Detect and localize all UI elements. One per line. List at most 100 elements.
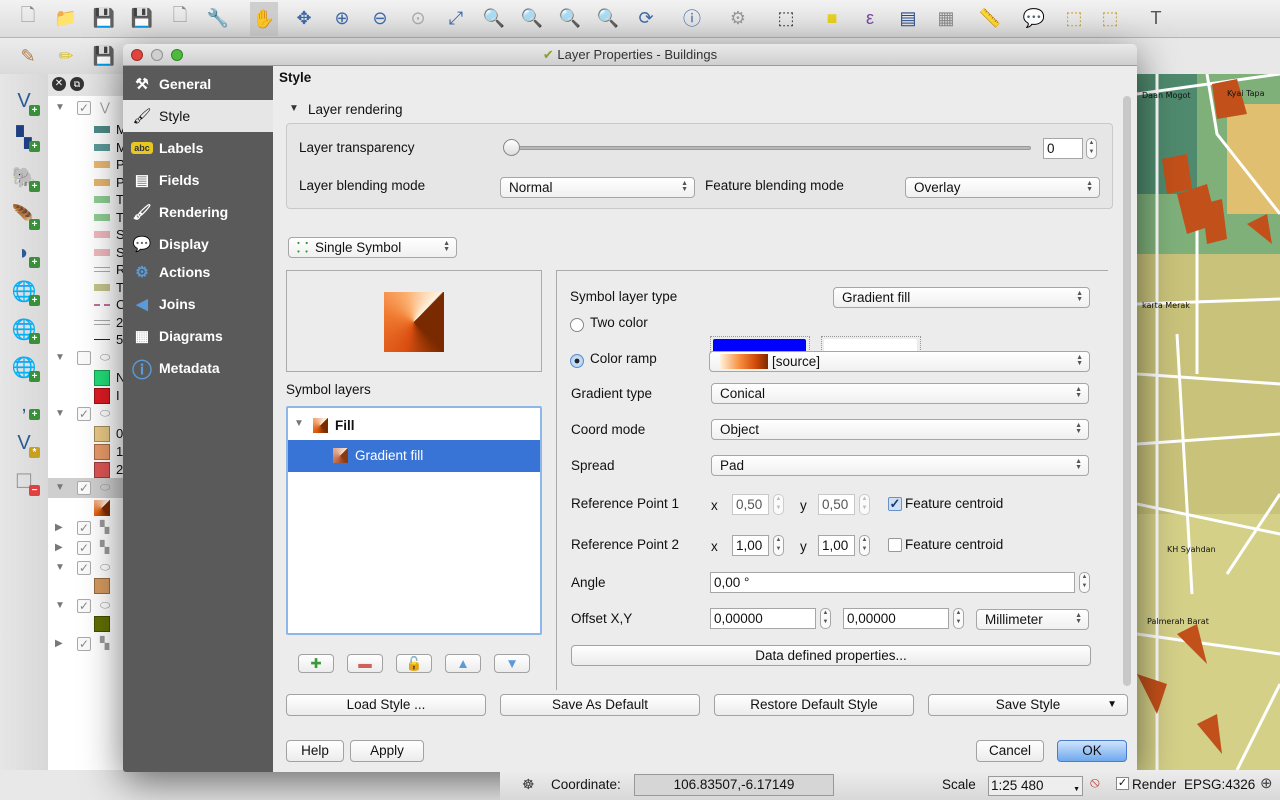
layer-visibility-checkbox[interactable]: ✓ [77, 520, 91, 535]
sidebar-item-fields[interactable]: ▤ Fields [123, 164, 273, 196]
mouse-coordinate-toggle-icon[interactable]: ☸ [522, 776, 535, 793]
ref2-y-spinner[interactable]: ▲ ▼ [859, 535, 870, 556]
deselect-icon[interactable]: ■ [818, 4, 846, 32]
save-style-button[interactable]: Save Style ▼ [928, 694, 1128, 716]
spread-select[interactable]: Pad ▲ ▼ [711, 455, 1089, 476]
refresh-icon[interactable]: ⟳ [632, 4, 660, 32]
sidebar-item-rendering[interactable]: 🖌 Rendering [123, 196, 273, 228]
zoom-window-button[interactable] [171, 49, 183, 61]
collapse-triangle-icon[interactable]: ▼ [55, 408, 65, 419]
zoom-last-icon[interactable]: 🔍 [556, 4, 584, 32]
add-raster-layer-icon[interactable]: ▚ + [8, 122, 40, 152]
float-panel-icon[interactable]: ⧉ [70, 77, 84, 91]
layer-visibility-checkbox[interactable]: ✓ [77, 636, 91, 651]
legend-item-buildings-gradient[interactable] [48, 498, 128, 518]
tree-item-gradient-fill[interactable]: Gradient fill [288, 440, 540, 472]
ref2-x-spinner[interactable]: ▲ ▼ [773, 535, 784, 556]
raster-layer-2[interactable]: ▶ ✓ ▚ [48, 538, 128, 558]
apply-button[interactable]: Apply [350, 740, 424, 762]
save-as-icon[interactable]: 💾 [128, 4, 156, 32]
angle-spinner[interactable]: ▲ ▼ [1079, 572, 1090, 593]
add-postgis-layer-icon[interactable]: 🐘 + [8, 162, 40, 192]
coordinate-field[interactable]: 106.83507,-6.17149 [634, 774, 834, 796]
map-tips-icon[interactable]: 💬 [1020, 4, 1048, 32]
transparency-slider-track[interactable] [508, 146, 1031, 150]
zoom-to-layer-icon[interactable]: 🔍 [518, 4, 546, 32]
layer-buildings[interactable]: ▼ ✓ ⬭ [48, 477, 128, 498]
text-annotation-icon[interactable]: T [1142, 4, 1170, 32]
restore-default-style-button[interactable]: Restore Default Style [714, 694, 914, 716]
zoom-full-icon[interactable]: ⤢ [442, 4, 470, 32]
layer-visibility-checkbox[interactable]: ✓ [77, 480, 91, 495]
feature-blending-select[interactable]: Overlay ▲ ▼ [905, 177, 1100, 198]
zoom-next-icon[interactable]: 🔍 [594, 4, 622, 32]
sidebar-item-diagrams[interactable]: ▦ Diagrams [123, 320, 273, 352]
data-defined-properties-button[interactable]: Data defined properties... [571, 645, 1091, 666]
layer-group-2[interactable]: ▼ ⬭ [48, 348, 128, 368]
offset-x-input[interactable]: 0,00000 [710, 608, 816, 629]
cancel-button[interactable]: Cancel [976, 740, 1044, 762]
sidebar-item-general[interactable]: ⚒ General [123, 68, 273, 100]
remove-symbol-layer-button[interactable]: ▬ [347, 654, 383, 673]
renderer-type-select[interactable]: ⸬ Single Symbol ▲ ▼ [288, 237, 457, 258]
color-ramp-select[interactable]: [source] ▲ ▼ [709, 351, 1090, 372]
symbol-layer-type-select[interactable]: Gradient fill ▲ ▼ [833, 287, 1090, 308]
legend-item[interactable] [48, 614, 128, 634]
ref1-centroid-checkbox[interactable]: ✓ [888, 497, 902, 511]
pan-icon[interactable]: ✋ [250, 2, 278, 36]
expand-triangle-icon[interactable]: ▶ [55, 542, 63, 553]
transparency-slider-handle[interactable] [503, 139, 520, 156]
move-up-button[interactable]: ▲ [445, 654, 481, 673]
toggle-editing-icon[interactable]: ✏ [52, 42, 80, 70]
collapse-triangle-icon[interactable]: ▼ [55, 600, 65, 611]
offset-x-spinner[interactable]: ▲ ▼ [820, 608, 831, 629]
crs-label[interactable]: EPSG:4326 [1184, 777, 1255, 792]
ref1-x-input[interactable]: 0,50 [732, 494, 769, 515]
legend-item[interactable]: I [48, 386, 128, 406]
remove-layer-icon[interactable]: ☐ − [8, 466, 40, 496]
load-style-button[interactable]: Load Style ... [286, 694, 486, 716]
offset-y-spinner[interactable]: ▲ ▼ [953, 608, 964, 629]
sidebar-item-actions[interactable]: ⚙ Actions [123, 256, 273, 288]
collapse-triangle-icon[interactable]: ▼ [55, 102, 65, 113]
expand-triangle-icon[interactable]: ▶ [55, 638, 63, 649]
layer-visibility-checkbox[interactable]: ✓ [77, 560, 91, 575]
layer-visibility-checkbox[interactable]: ✓ [77, 101, 91, 115]
offset-unit-select[interactable]: Millimeter ▲ ▼ [976, 609, 1089, 630]
raster-layer-3[interactable]: ▶ ✓ ▚ [48, 634, 128, 654]
gradient-type-select[interactable]: Conical ▲ ▼ [711, 383, 1089, 404]
new-print-composer-icon[interactable]: 🗋 [166, 4, 194, 32]
layer-visibility-checkbox[interactable] [77, 350, 91, 365]
sidebar-item-joins[interactable]: ◀ Joins [123, 288, 273, 320]
ok-button[interactable]: OK [1057, 740, 1127, 762]
ref2-y-input[interactable]: 1,00 [818, 535, 855, 556]
legend-item[interactable]: 1 [48, 442, 128, 462]
zoom-to-selection-icon[interactable]: 🔍 [480, 4, 508, 32]
transparency-spinner[interactable]: ▲ ▼ [1086, 138, 1097, 159]
layer-visibility-checkbox[interactable]: ✓ [77, 406, 91, 421]
sidebar-item-style[interactable]: 🖌 Style [123, 100, 273, 132]
coord-mode-select[interactable]: Object ▲ ▼ [711, 419, 1089, 440]
close-window-button[interactable] [131, 49, 143, 61]
collapse-triangle-icon[interactable]: ▼ [55, 352, 65, 363]
layer-visibility-checkbox[interactable]: ✓ [77, 540, 91, 555]
add-mssql-layer-icon[interactable]: ◗ + [8, 238, 40, 268]
raster-layer-1[interactable]: ▶ ✓ ▚ [48, 518, 128, 538]
sidebar-item-metadata[interactable]: ⓘ Metadata [123, 352, 273, 384]
layer-group-5[interactable]: ▼ ✓ ⬭ [48, 558, 128, 578]
ref1-y-input[interactable]: 0,50 [818, 494, 855, 515]
render-checkbox[interactable]: ✓ [1116, 777, 1129, 790]
legend-item[interactable]: N [48, 368, 128, 388]
new-bookmark-icon[interactable]: ⬚ [1060, 4, 1088, 32]
help-button[interactable]: Help [286, 740, 344, 762]
ref2-x-input[interactable]: 1,00 [732, 535, 769, 556]
legend-item[interactable]: 2 [48, 460, 128, 480]
select-by-expression-icon[interactable]: ε [856, 4, 884, 32]
zoom-in-icon[interactable]: ⊕ [328, 4, 356, 32]
collapse-triangle-icon[interactable]: ▼ [289, 103, 299, 114]
open-project-icon[interactable]: 📁 [52, 4, 80, 32]
run-action-icon[interactable]: ⚙ [724, 4, 752, 32]
layer-group-3[interactable]: ▼ ✓ ⬭ [48, 404, 128, 424]
vertical-scrollbar[interactable] [1123, 96, 1131, 686]
minimize-window-button[interactable] [151, 49, 163, 61]
